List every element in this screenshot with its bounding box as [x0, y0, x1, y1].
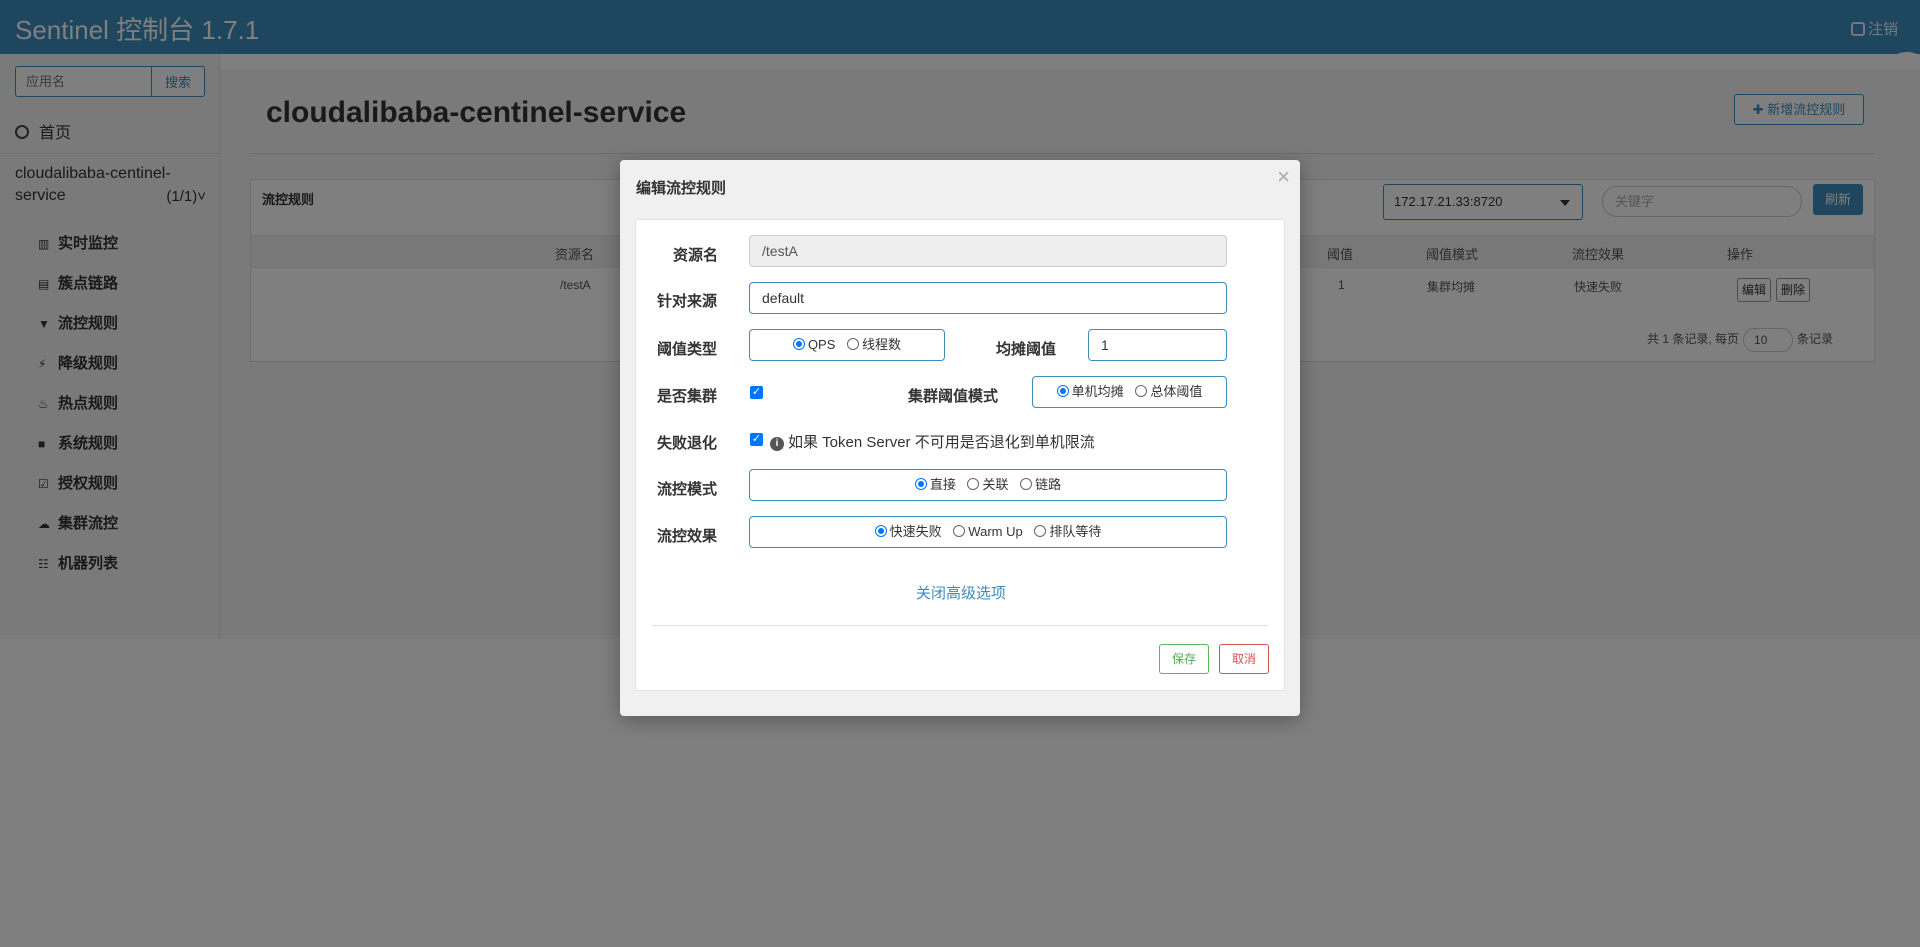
radio-fast-fail[interactable]: 快速失败 — [874, 524, 942, 539]
dialog-body: 资源名 /testA 针对来源 default 阈值类型 QPS 线程数 均摊阈… — [635, 219, 1285, 691]
threshold-type-label: 阈值类型 — [657, 341, 718, 358]
edit-flow-rule-dialog: × 编辑流控规则 资源名 /testA 针对来源 default 阈值类型 QP… — [620, 160, 1300, 716]
radio-relate[interactable]: 关联 — [967, 477, 1009, 492]
radio-dot-icon — [792, 338, 805, 350]
source-field[interactable]: default — [749, 282, 1227, 314]
source-label: 针对来源 — [657, 293, 718, 310]
radio-dot-icon — [1135, 385, 1148, 397]
radio-dot-icon — [914, 478, 927, 490]
radio-dot-icon — [967, 478, 980, 490]
radio-dot-icon — [847, 338, 860, 350]
save-button[interactable]: 保存 — [1159, 644, 1209, 674]
fallback-checkbox[interactable]: ✓ — [750, 433, 763, 446]
radio-queue[interactable]: 排队等待 — [1034, 524, 1101, 539]
radio-threads[interactable]: 线程数 — [847, 337, 901, 352]
cluster-checkbox[interactable]: ✓ — [750, 386, 763, 399]
radio-qps[interactable]: QPS — [792, 337, 835, 352]
flow-mode-group: 直接 关联 链路 — [749, 469, 1227, 501]
radio-dot-icon — [1056, 385, 1069, 397]
close-advanced-link[interactable]: 关闭高级选项 — [636, 582, 1286, 603]
radio-chain[interactable]: 链路 — [1020, 477, 1061, 492]
resource-field: /testA — [749, 235, 1227, 267]
radio-dot-icon — [953, 525, 966, 537]
avg-threshold-label: 均摊阈值 — [996, 341, 1057, 358]
flow-effect-label: 流控效果 — [657, 528, 718, 545]
dialog-title: 编辑流控规则 — [636, 180, 727, 197]
flow-mode-label: 流控模式 — [657, 481, 718, 498]
threshold-type-group: QPS 线程数 — [749, 329, 945, 361]
resource-label: 资源名 — [673, 247, 719, 264]
radio-direct[interactable]: 直接 — [914, 477, 956, 492]
cluster-mode-group: 单机均摊 总体阈值 — [1032, 376, 1227, 408]
radio-local-avg[interactable]: 单机均摊 — [1056, 384, 1124, 399]
fallback-hint: i 如果 Token Server 不可用是否退化到单机限流 — [770, 431, 1095, 452]
close-icon[interactable]: × — [1277, 164, 1290, 190]
radio-dot-icon — [1034, 525, 1047, 537]
radio-warm-up[interactable]: Warm Up — [953, 524, 1023, 539]
cluster-mode-label: 集群阈值模式 — [908, 388, 999, 405]
dialog-divider — [652, 625, 1268, 626]
radio-dot-icon — [874, 525, 887, 537]
radio-global[interactable]: 总体阈值 — [1135, 384, 1202, 399]
fallback-label: 失败退化 — [657, 435, 718, 452]
radio-dot-icon — [1020, 478, 1033, 490]
cancel-button[interactable]: 取消 — [1219, 644, 1269, 674]
info-icon: i — [770, 437, 784, 451]
cluster-label: 是否集群 — [657, 388, 718, 405]
flow-effect-group: 快速失败 Warm Up 排队等待 — [749, 516, 1227, 548]
avg-threshold-field[interactable]: 1 — [1088, 329, 1227, 361]
